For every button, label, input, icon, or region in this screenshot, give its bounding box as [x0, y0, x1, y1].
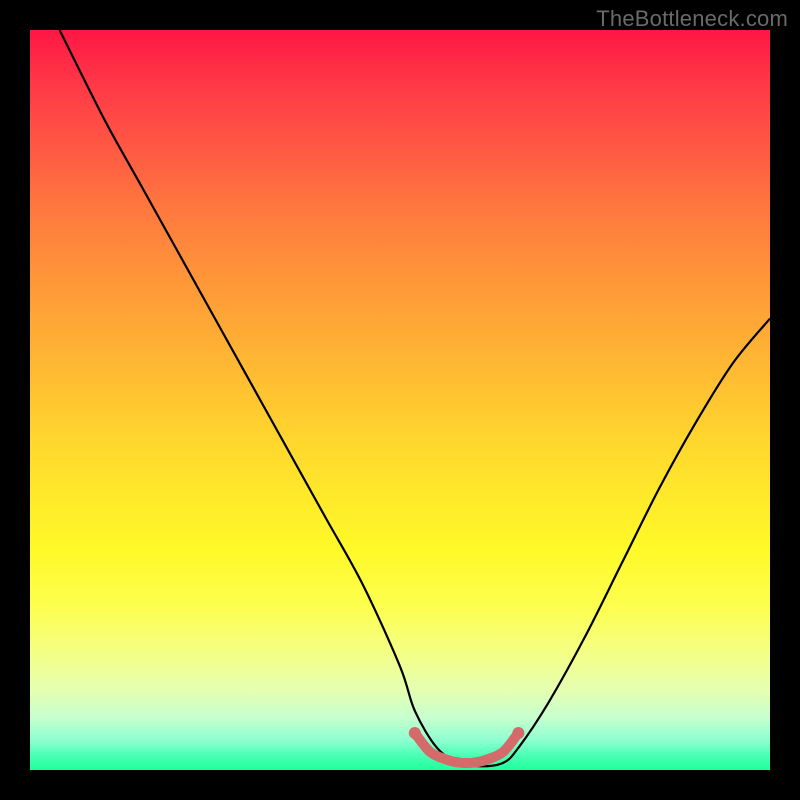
watermark-label: TheBottleneck.com [596, 6, 788, 32]
chart-frame: TheBottleneck.com [0, 0, 800, 800]
optimal-zone-dot-left [409, 727, 421, 739]
curve-svg [30, 30, 770, 770]
bottleneck-curve [60, 30, 770, 766]
plot-area [30, 30, 770, 770]
optimal-zone-dot-right [512, 727, 524, 739]
